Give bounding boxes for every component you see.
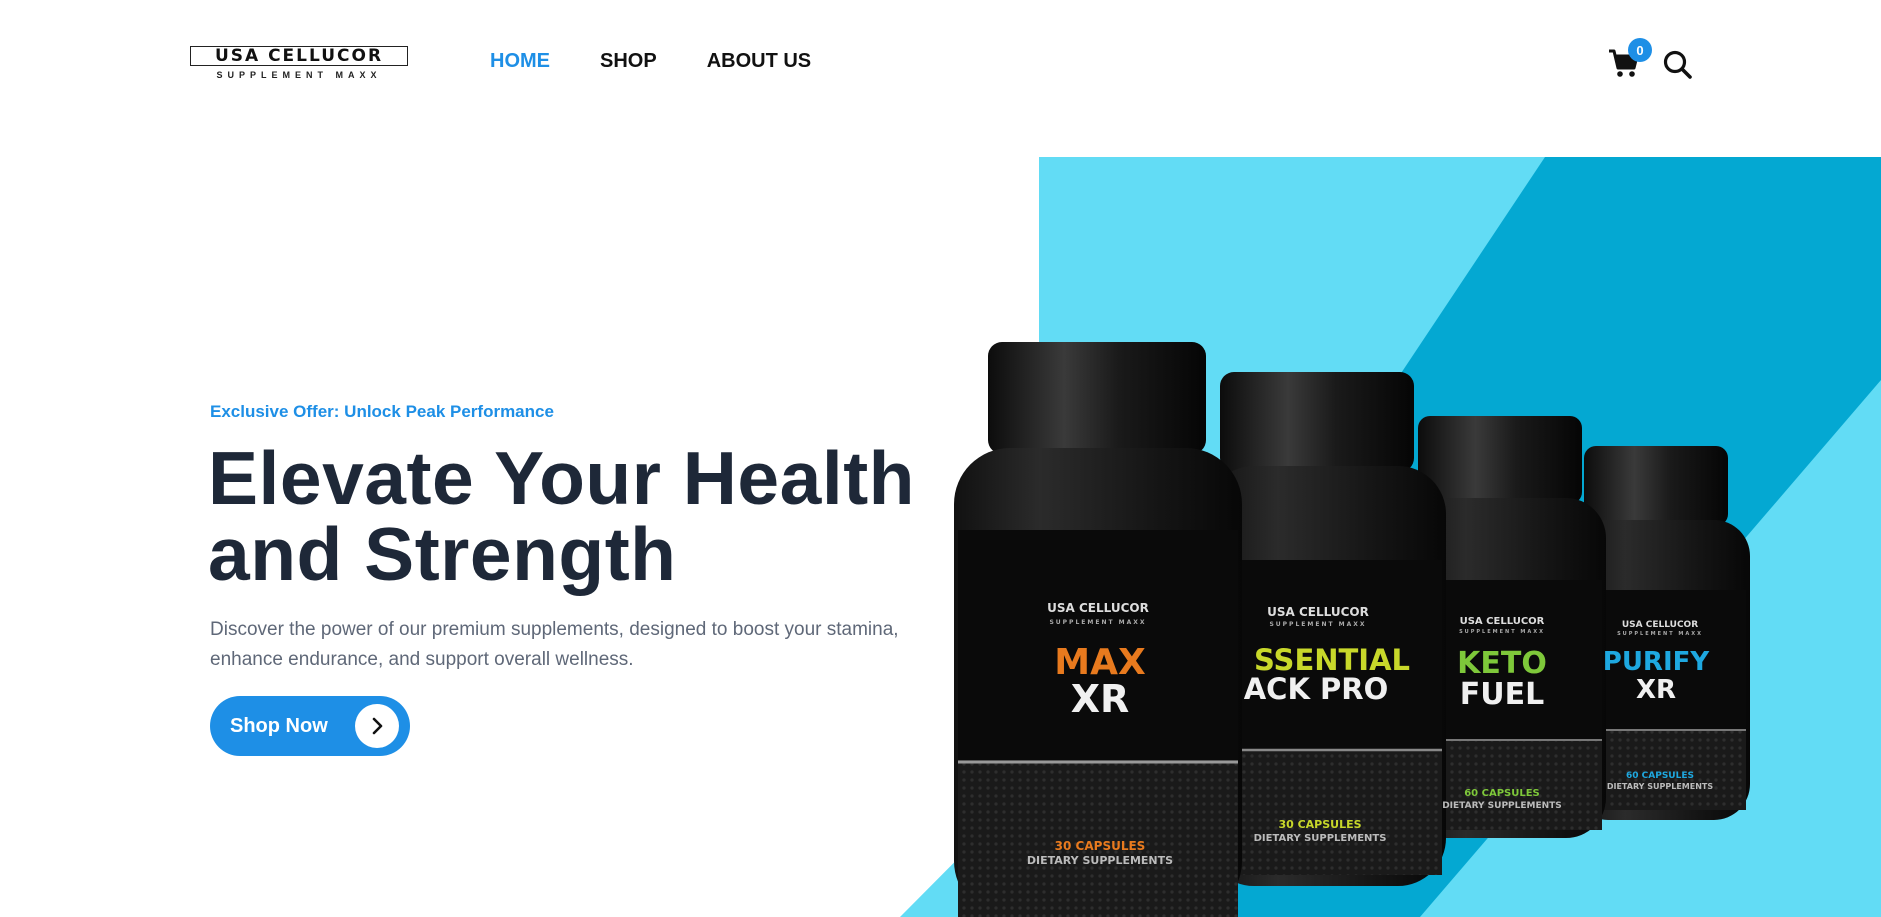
hero-description: Discover the power of our premium supple… [210, 615, 970, 675]
hero-headline-line-1: Elevate Your Health [208, 436, 915, 520]
product-bottle-max-xr [954, 342, 1242, 917]
product-2-brand-sub: SUPPLEMENT MAXX [1269, 621, 1366, 628]
product-2-capsules: 30 CAPSULES [1278, 818, 1361, 831]
product-1-name-line-1: MAX [1054, 642, 1146, 683]
cart-count-badge: 0 [1628, 38, 1652, 62]
product-bottle-essential-stack-pro [1206, 372, 1446, 886]
search-icon [1663, 50, 1692, 79]
product-3-brand-sub: SUPPLEMENT MAXX [1459, 629, 1545, 635]
product-2-name-line-1: SSENTIAL [1254, 643, 1410, 677]
product-1-name-line-2: XR [1071, 677, 1130, 721]
hero-headline: Elevate Your Health and Strength [208, 440, 968, 592]
product-2-brand: USA CELLUCOR [1267, 605, 1369, 619]
product-3-name-line-2: FUEL [1460, 677, 1544, 712]
product-3-capsules: 60 CAPSULES [1464, 788, 1540, 799]
product-4-capsules: 60 CAPSULES [1626, 771, 1694, 781]
product-1-brand-sub: SUPPLEMENT MAXX [1049, 619, 1146, 626]
hero-headline-line-2: and Strength [208, 512, 677, 596]
logo-tagline: SUPPLEMENT MAXX [216, 70, 382, 80]
site-header: USA CELLUCOR SUPPLEMENT MAXX HOME SHOP A… [0, 0, 1881, 125]
product-bottle-keto-fuel [1406, 416, 1606, 838]
chevron-right-icon [355, 704, 399, 748]
product-4-name-line-1: PURIFY [1603, 647, 1711, 677]
product-4-type: DIETARY SUPPLEMENTS [1607, 782, 1714, 791]
nav-item-home[interactable]: HOME [490, 50, 550, 73]
hero-description-line-1: Discover the power of our premium supple… [210, 619, 899, 640]
search-button[interactable] [1662, 49, 1694, 81]
product-bottle-purify-xr [1572, 446, 1750, 820]
product-3-type: DIETARY SUPPLEMENTS [1442, 801, 1562, 811]
product-2-type: DIETARY SUPPLEMENTS [1254, 833, 1387, 844]
hero-description-line-2: enhance endurance, and support overall w… [210, 649, 634, 670]
product-1-type: DIETARY SUPPLEMENTS [1027, 854, 1173, 867]
product-3-name-line-1: KETO [1457, 646, 1547, 681]
product-4-brand: USA CELLUCOR [1622, 620, 1698, 630]
product-2-name-line-2: ACK PRO [1244, 672, 1389, 706]
product-3-brand: USA CELLUCOR [1460, 616, 1545, 627]
hero-eyebrow: Exclusive Offer: Unlock Peak Performance [210, 402, 554, 421]
logo-wordmark: USA CELLUCOR [190, 46, 408, 66]
shop-now-label: Shop Now [230, 715, 328, 737]
site-logo[interactable]: USA CELLUCOR SUPPLEMENT MAXX [190, 46, 410, 82]
nav-item-about-us[interactable]: ABOUT US [707, 50, 811, 73]
main-nav: HOME SHOP ABOUT US [490, 50, 811, 73]
shop-now-button[interactable]: Shop Now [210, 696, 410, 756]
product-4-brand-sub: SUPPLEMENT MAXX [1617, 631, 1703, 637]
product-1-capsules: 30 CAPSULES [1055, 839, 1146, 853]
product-4-name-line-2: XR [1636, 675, 1676, 705]
product-1-brand: USA CELLUCOR [1047, 601, 1149, 615]
nav-item-shop[interactable]: SHOP [600, 50, 657, 73]
